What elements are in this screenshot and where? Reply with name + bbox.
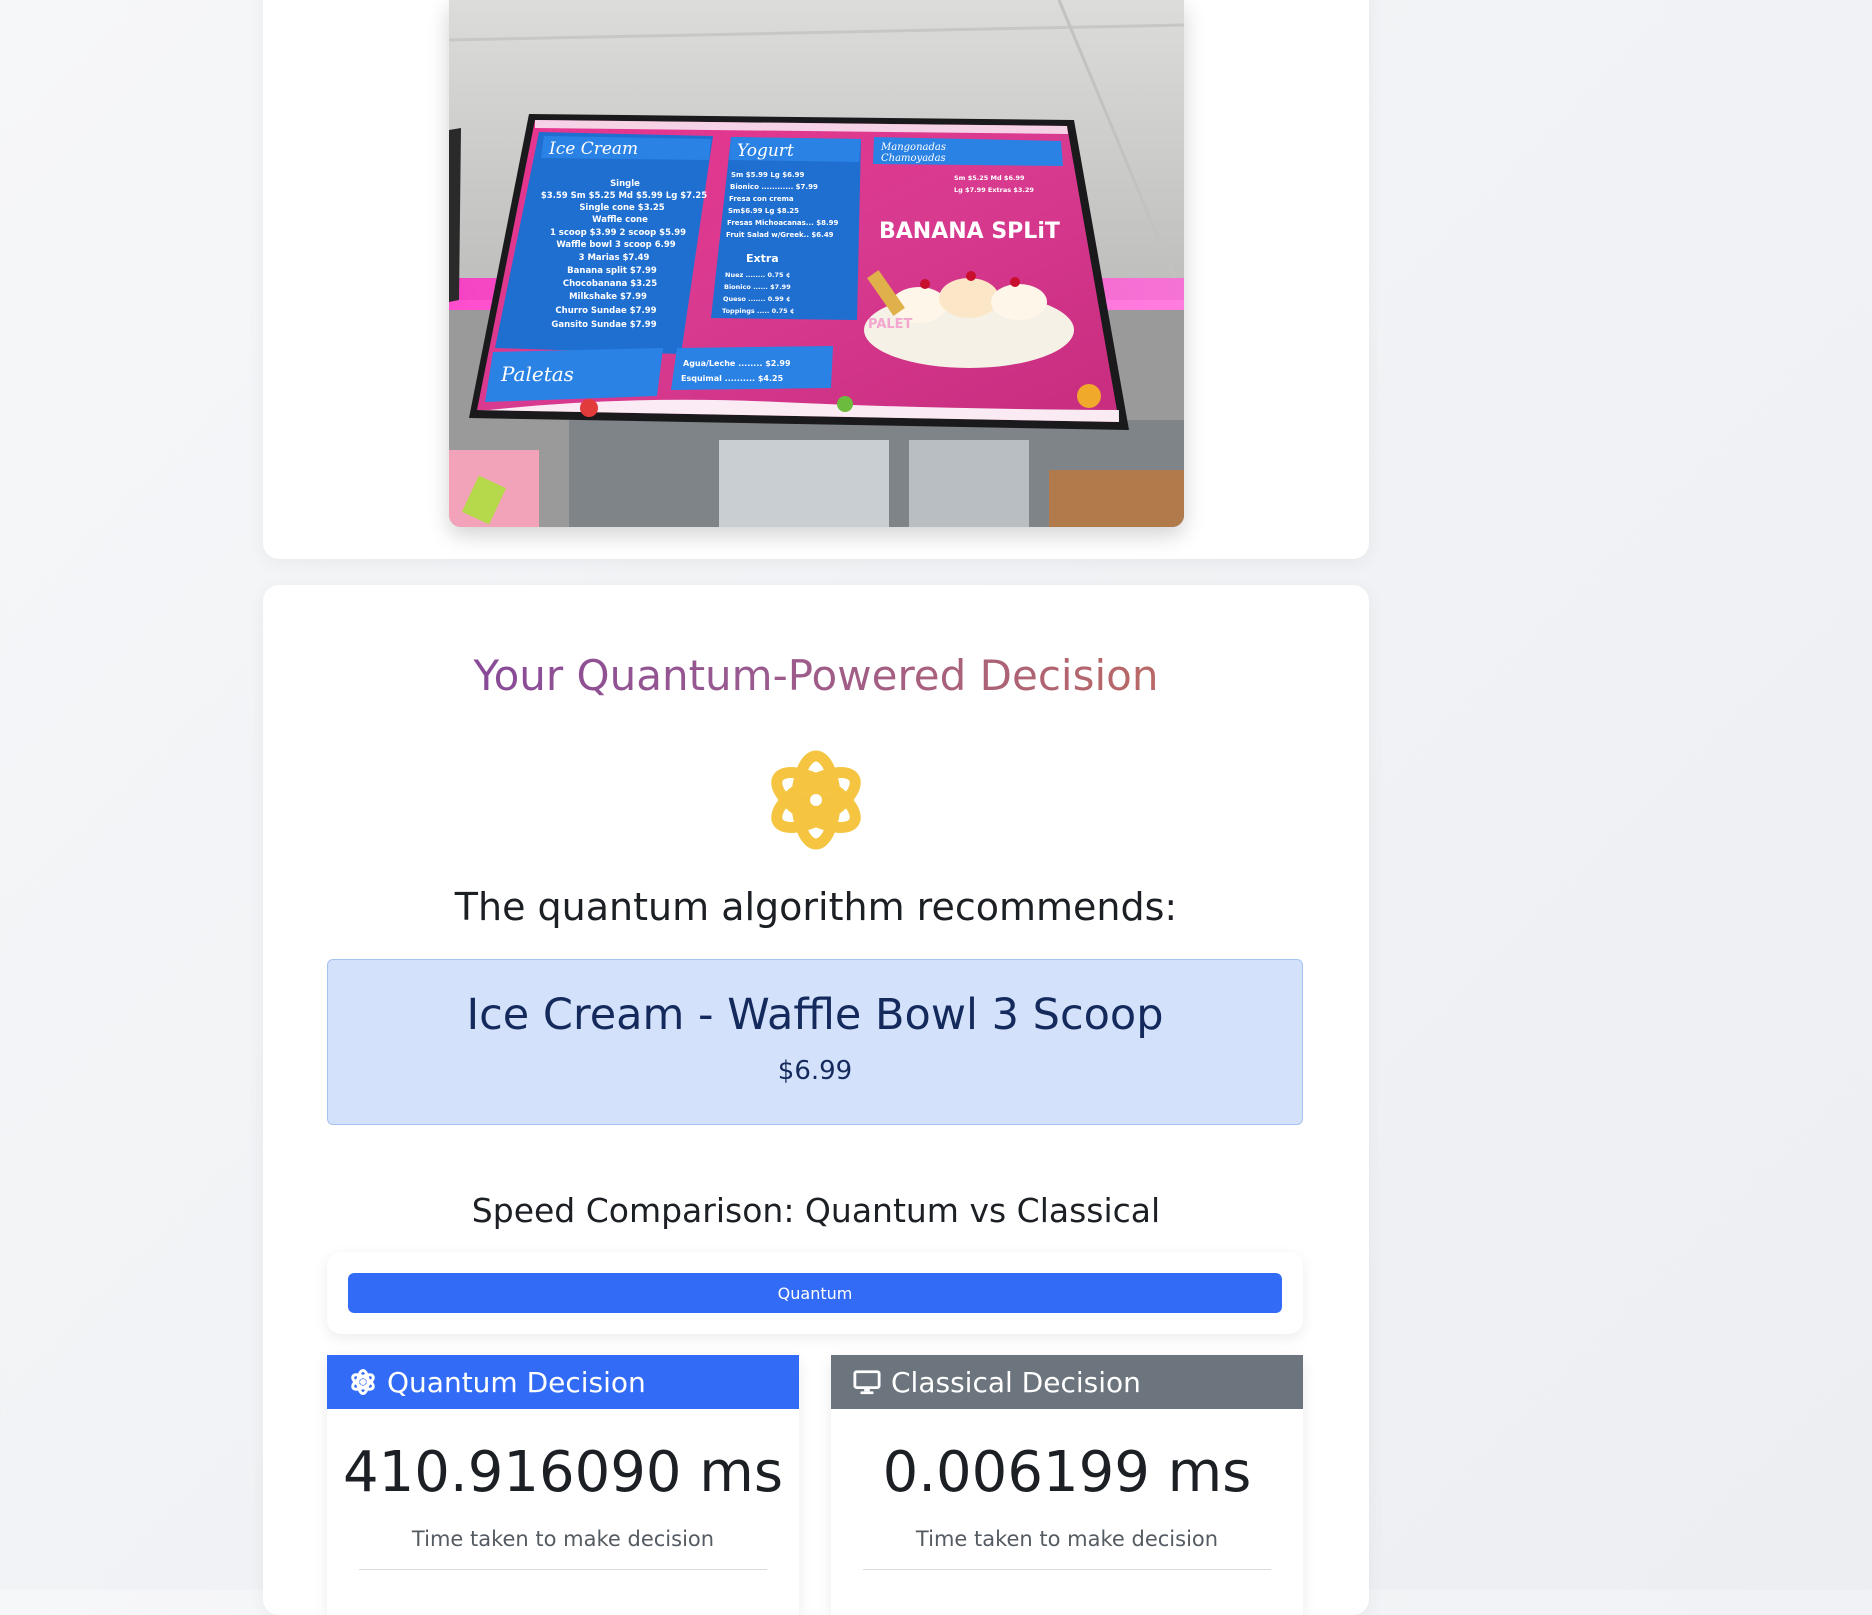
menu-line: Fruit Salad w/Greek.. $6.49 — [726, 231, 834, 239]
banana-split-banner: BANANA SPLiT — [879, 219, 1060, 244]
classical-time-caption: Time taken to make decision — [915, 1527, 1219, 1551]
menu-line: Esquimal .......... $4.25 — [681, 374, 784, 383]
desktop-icon — [853, 1368, 881, 1396]
menu-line: Sm $5.25 Md $6.99 — [954, 174, 1025, 182]
classical-card-header: Classical Decision — [831, 1355, 1303, 1409]
menu-line: Banana split $7.99 — [567, 266, 657, 276]
menu-line: Single — [610, 179, 640, 189]
recommends-text: The quantum algorithm recommends: — [454, 885, 1178, 929]
recommended-item-name: Ice Cream - Waffle Bowl 3 Scoop — [466, 990, 1164, 1040]
menu-line: Agua/Leche ........ $2.99 — [683, 359, 791, 368]
panel-mango-title-2: Chamoyadas — [881, 153, 946, 164]
menu-line: Lg $7.99 Extras $3.29 — [954, 186, 1034, 194]
menu-line: Gansito Sundae $7.99 — [551, 320, 656, 330]
atom-icon — [349, 1368, 377, 1396]
quantum-card-title: Quantum Decision — [387, 1365, 646, 1399]
result-card: Your Quantum-Powered Decision The quantu… — [263, 585, 1369, 1615]
speed-bar-container: Quantum — [327, 1252, 1303, 1334]
menu-line: Single cone $3.25 — [579, 203, 664, 213]
divider — [359, 1569, 767, 1570]
menu-line: Waffle bowl 3 scoop 6.99 — [556, 240, 675, 250]
quantum-bar-label: Quantum — [777, 1283, 853, 1303]
classical-time-value: 0.006199 ms — [882, 1440, 1252, 1505]
quantum-time-value: 410.916090 ms — [343, 1440, 783, 1505]
menu-photo: Ice Cream Single $3.59 Sm $5.25 Md $5.99… — [449, 0, 1184, 527]
quantum-decision-card: Quantum Decision 410.916090 ms Time take… — [327, 1355, 799, 1615]
menu-line: Bionico ............ $7.99 — [730, 183, 818, 191]
quantum-card-header: Quantum Decision — [327, 1355, 799, 1409]
result-title: Your Quantum-Powered Decision — [263, 651, 1369, 700]
classical-card-title: Classical Decision — [891, 1365, 1141, 1399]
paleta-tag: PALET — [868, 317, 913, 332]
menu-line: Toppings ..... 0.75 ¢ — [722, 307, 794, 315]
menu-line: Sm $5.99 Lg $6.99 — [731, 171, 805, 179]
menu-line: Bionico ...... $7.99 — [724, 283, 791, 291]
menu-line: 1 scoop $3.99 2 scoop $5.99 — [550, 228, 686, 238]
menu-line: Churro Sundae $7.99 — [555, 306, 656, 316]
speed-comparison-title: Speed Comparison: Quantum vs Classical — [471, 1191, 1161, 1230]
image-card: Ice Cream Single $3.59 Sm $5.25 Md $5.99… — [263, 0, 1369, 559]
divider — [863, 1569, 1271, 1570]
menu-line: Queso ....... 0.99 ¢ — [723, 295, 791, 303]
menu-line: Waffle cone — [592, 215, 648, 225]
menu-line: Sm$6.99 Lg $8.25 — [728, 207, 799, 215]
panel-yogurt-title: Yogurt — [737, 141, 794, 161]
panel-ice-cream-title: Ice Cream — [548, 139, 638, 159]
menu-line: 3 Marias $7.49 — [579, 253, 650, 263]
recommended-item-price: $6.99 — [777, 1056, 853, 1086]
menu-line: Nuez ........ 0.75 ¢ — [725, 271, 790, 279]
atom-icon — [766, 746, 866, 854]
panel-mango-title-1: Mangonadas — [880, 142, 946, 153]
menu-line: Fresas Michoacanas... $8.99 — [727, 219, 838, 227]
menu-line: $3.59 Sm $5.25 Md $5.99 Lg $7.25 — [541, 191, 707, 201]
panel-paletas-title: Paletas — [500, 362, 574, 386]
menu-line: Fresa con crema — [729, 195, 794, 203]
menu-line: Chocobanana $3.25 — [563, 279, 657, 289]
speed-progress-track: Quantum — [348, 1273, 1282, 1313]
quantum-progress-bar: Quantum — [348, 1273, 1282, 1313]
menu-line: Milkshake $7.99 — [569, 292, 647, 302]
panel-extra-title: Extra — [746, 252, 779, 265]
recommendation-box: Ice Cream - Waffle Bowl 3 Scoop $6.99 — [327, 959, 1303, 1125]
classical-decision-card: Classical Decision 0.006199 ms Time take… — [831, 1355, 1303, 1615]
quantum-time-caption: Time taken to make decision — [411, 1527, 715, 1551]
